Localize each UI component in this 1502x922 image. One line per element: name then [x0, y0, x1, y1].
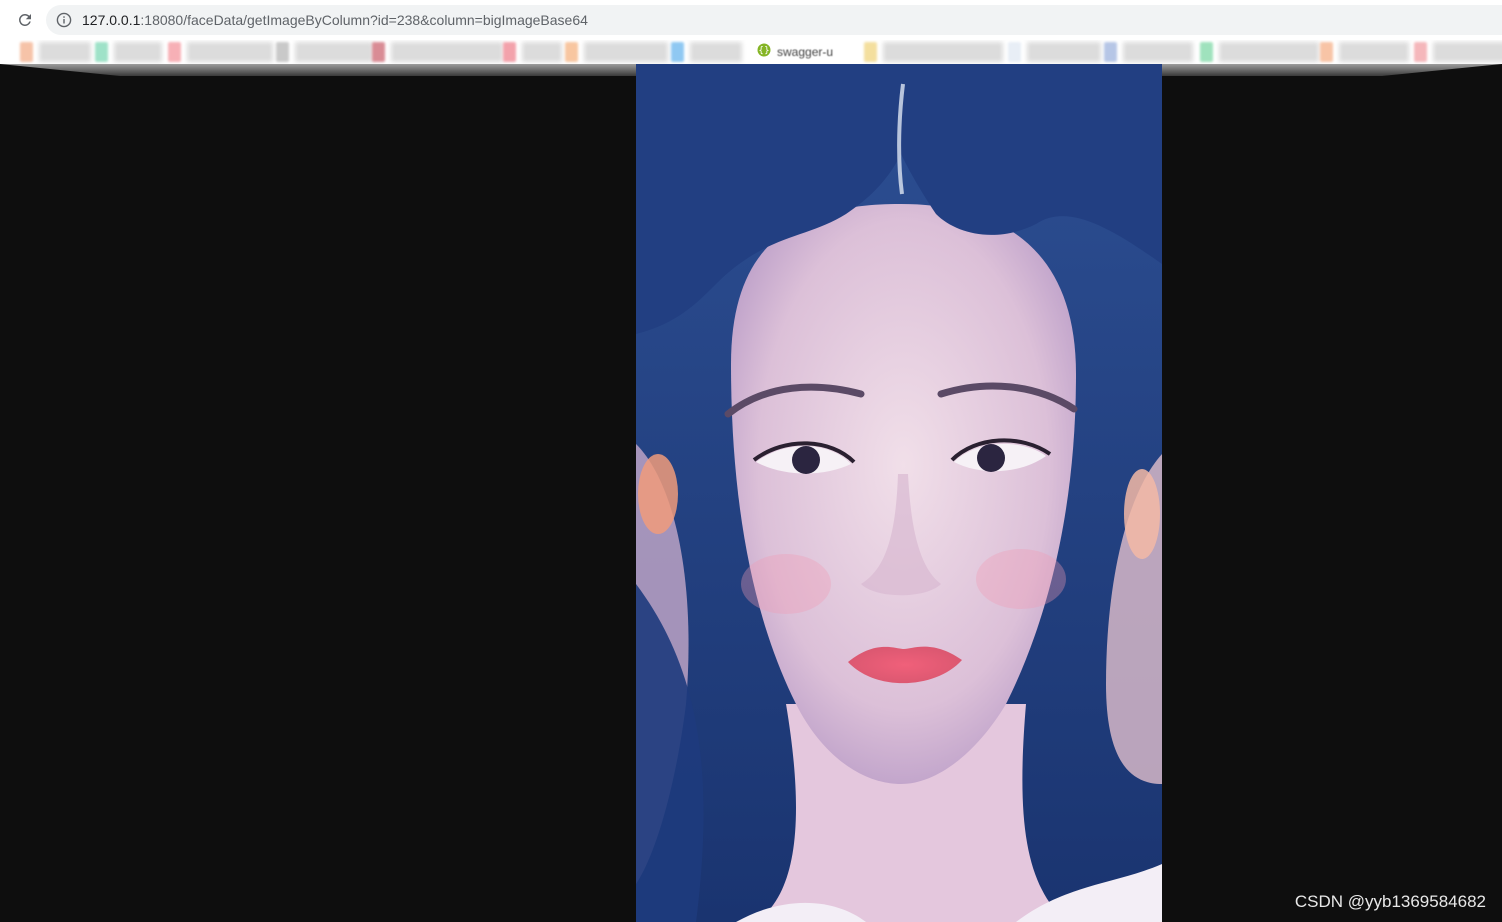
bookmark-swagger-label: swagger-u	[777, 45, 834, 59]
bookmark-swagger[interactable]: {} swagger-u	[757, 41, 833, 63]
bookmarks-bar: {} swagger-u	[0, 40, 1502, 64]
bookmark-item[interactable]	[20, 41, 91, 63]
address-bar-row: 127.0.0.1:18080/faceData/getImageByColum…	[0, 0, 1502, 40]
bookmark-item[interactable]	[168, 41, 273, 63]
bookmark-item[interactable]	[864, 41, 1003, 63]
portrait-photo[interactable]	[636, 64, 1162, 922]
url-path: :18080/faceData/getImageByColumn?id=238&…	[140, 12, 588, 28]
bookmark-item[interactable]	[1200, 41, 1319, 63]
svg-text:{}: {}	[758, 46, 769, 56]
bookmark-item[interactable]	[276, 41, 373, 63]
swagger-icon: {}	[757, 43, 771, 62]
bookmark-item[interactable]	[1008, 41, 1101, 63]
bookmark-item[interactable]	[1320, 41, 1409, 63]
bookmark-item[interactable]	[565, 41, 668, 63]
url-host: 127.0.0.1	[82, 12, 141, 28]
bookmark-item[interactable]	[503, 41, 562, 63]
reload-icon[interactable]	[14, 9, 36, 31]
bookmark-item[interactable]	[1414, 41, 1502, 63]
info-icon[interactable]	[56, 12, 72, 28]
omnibox[interactable]: 127.0.0.1:18080/faceData/getImageByColum…	[46, 5, 1502, 35]
bookmark-item[interactable]	[372, 41, 503, 63]
bookmark-item[interactable]	[671, 41, 742, 63]
bookmark-item[interactable]	[95, 41, 162, 63]
url-text[interactable]: 127.0.0.1:18080/faceData/getImageByColum…	[82, 11, 588, 29]
bookmark-item[interactable]	[1104, 41, 1193, 63]
watermark-text: CSDN @yyb1369584682	[1294, 892, 1486, 911]
